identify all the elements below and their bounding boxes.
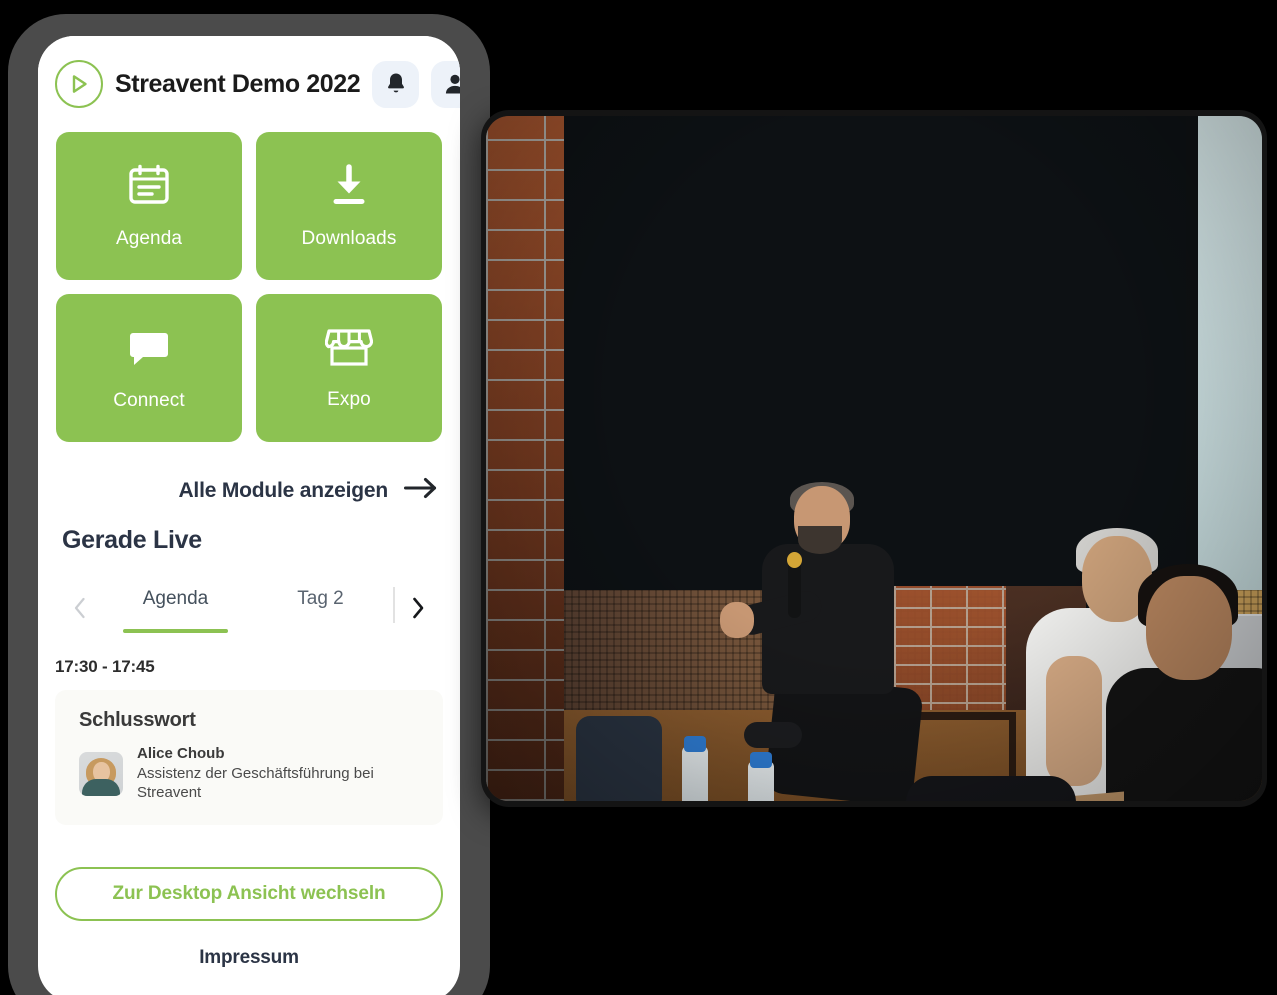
module-grid: Agenda Downloads Connect Expo xyxy=(38,126,460,442)
live-section-heading: Gerade Live xyxy=(62,526,202,554)
switch-to-desktop-label: Zur Desktop Ansicht wechseln xyxy=(112,882,386,904)
phone-mockup-frame: Streavent Demo 2022 Agenda Downloads Con… xyxy=(8,14,490,995)
agenda-time: 17:30 - 17:45 xyxy=(55,657,155,676)
module-label: Connect xyxy=(113,390,185,411)
chevron-right-icon[interactable] xyxy=(395,583,441,633)
session-title: Schlusswort xyxy=(79,709,196,731)
phone-screen: Streavent Demo 2022 Agenda Downloads Con… xyxy=(38,36,460,995)
agenda-tabs: Agenda Tag 2 xyxy=(55,583,443,633)
play-circle-icon[interactable] xyxy=(55,60,103,108)
tab-label: Tag 2 xyxy=(297,588,344,609)
avatar xyxy=(79,751,123,796)
all-modules-label: Alle Module anzeigen xyxy=(178,478,388,502)
livestream-video[interactable] xyxy=(481,110,1267,807)
module-tile-agenda[interactable]: Agenda xyxy=(56,132,242,280)
imprint-label: Impressum xyxy=(199,946,299,968)
tab-label: Agenda xyxy=(142,588,209,609)
arrow-right-icon xyxy=(403,477,438,504)
chevron-left-icon[interactable] xyxy=(57,583,103,633)
tab-agenda[interactable]: Agenda xyxy=(103,583,248,633)
app-header: Streavent Demo 2022 xyxy=(38,36,460,126)
module-tile-expo[interactable]: Expo xyxy=(256,294,442,442)
calendar-icon xyxy=(126,162,172,208)
all-modules-link[interactable]: Alle Module anzeigen xyxy=(38,442,460,504)
tab-tag-2[interactable]: Tag 2 xyxy=(248,583,393,633)
vignette-overlay xyxy=(486,116,1262,801)
switch-to-desktop-button[interactable]: Zur Desktop Ansicht wechseln xyxy=(55,866,443,921)
session-card[interactable]: Schlusswort Alice Choub Assistenz der Ge… xyxy=(55,690,443,825)
storefront-icon xyxy=(325,325,373,369)
speaker-name: Alice Choub xyxy=(137,745,225,762)
livestream-video-frame xyxy=(486,116,1262,801)
app-title: Streavent Demo 2022 xyxy=(115,69,361,98)
bell-icon[interactable] xyxy=(372,60,420,108)
download-icon xyxy=(326,162,372,208)
module-tile-downloads[interactable]: Downloads xyxy=(256,132,442,280)
imprint-link[interactable]: Impressum xyxy=(55,947,443,969)
screenshot-canvas: Streavent Demo 2022 Agenda Downloads Con… xyxy=(0,0,1277,995)
module-label: Downloads xyxy=(301,228,397,249)
module-tile-connect[interactable]: Connect xyxy=(56,294,242,442)
person-icon[interactable] xyxy=(431,60,460,108)
speaker-row: Alice Choub Assistenz der Geschäftsführu… xyxy=(79,745,423,803)
speaker-role: Assistenz der Geschäftsführung bei Strea… xyxy=(137,764,374,802)
module-label: Expo xyxy=(327,389,371,410)
module-label: Agenda xyxy=(115,228,183,249)
chat-bubble-icon xyxy=(126,324,172,370)
